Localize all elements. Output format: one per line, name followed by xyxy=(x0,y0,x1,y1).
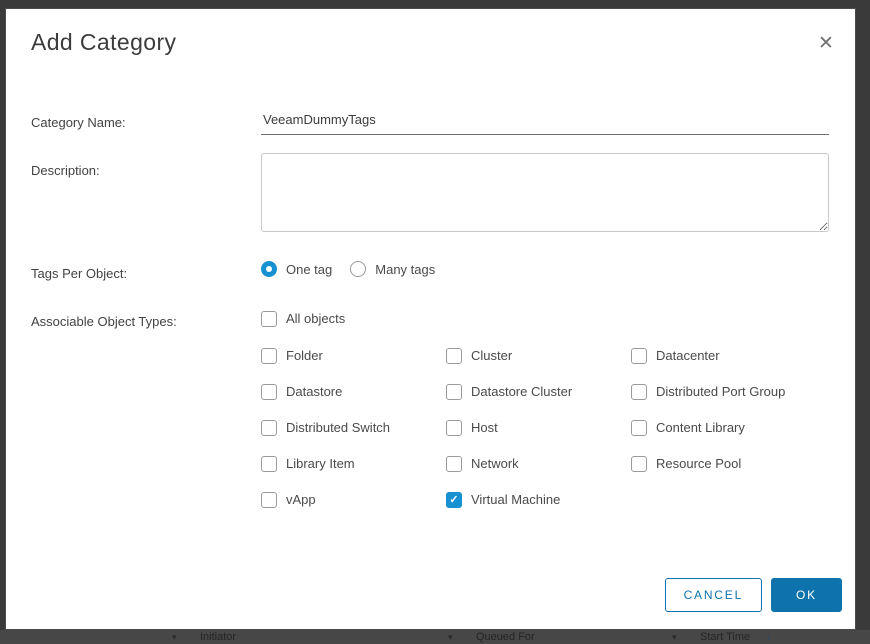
checkbox-library-item[interactable]: ✓ Library Item xyxy=(261,455,446,472)
checkbox-icon: ✓ xyxy=(631,348,647,364)
checkbox-virtual-machine[interactable]: ✓ Virtual Machine xyxy=(446,491,631,508)
tags-per-object-radio-group: One tag Many tags xyxy=(261,261,435,277)
checkbox-icon: ✓ xyxy=(446,456,462,472)
checkbox-distributed-switch[interactable]: ✓ Distributed Switch xyxy=(261,419,446,436)
checkbox-icon: ✓ xyxy=(631,456,647,472)
description-label: Description: xyxy=(31,163,100,178)
object-types-grid: ✓ Folder ✓ Cluster ✓ Datacenter ✓ Datast… xyxy=(261,347,841,508)
sort-down-icon: ↓ xyxy=(766,630,772,644)
checkbox-datastore[interactable]: ✓ Datastore xyxy=(261,383,446,400)
checkbox-network[interactable]: ✓ Network xyxy=(446,455,631,472)
filter-caret-icon: ▾ xyxy=(672,630,677,644)
tags-per-object-label: Tags Per Object: xyxy=(31,266,127,281)
dialog-title: Add Category xyxy=(31,29,176,56)
dialog-actions: CANCEL OK xyxy=(665,578,842,612)
checkbox-icon: ✓ xyxy=(631,420,647,436)
background-column-initiator: Initiator xyxy=(200,630,236,644)
associable-object-types-label: Associable Object Types: xyxy=(31,314,177,329)
checkbox-icon: ✓ xyxy=(261,420,277,436)
checkbox-distributed-port-group[interactable]: ✓ Distributed Port Group xyxy=(631,383,841,400)
filter-caret-icon: ▾ xyxy=(448,630,453,644)
add-category-dialog: Add Category ✕ Category Name: Descriptio… xyxy=(5,8,856,630)
radio-many-tags[interactable]: Many tags xyxy=(350,261,435,277)
checkbox-datastore-cluster[interactable]: ✓ Datastore Cluster xyxy=(446,383,631,400)
checkbox-icon: ✓ xyxy=(261,311,277,327)
radio-icon xyxy=(261,261,277,277)
checkbox-content-library[interactable]: ✓ Content Library xyxy=(631,419,841,436)
checkbox-icon: ✓ xyxy=(446,420,462,436)
checkbox-datacenter[interactable]: ✓ Datacenter xyxy=(631,347,841,364)
category-name-input[interactable] xyxy=(261,107,829,135)
checkbox-resource-pool[interactable]: ✓ Resource Pool xyxy=(631,455,841,472)
filter-caret-icon: ▾ xyxy=(172,630,177,644)
checkbox-vapp[interactable]: ✓ vApp xyxy=(261,491,446,508)
close-icon[interactable]: ✕ xyxy=(813,31,839,57)
checkbox-icon: ✓ xyxy=(261,492,277,508)
background-column-start-time: Start Time xyxy=(700,630,750,644)
checkbox-cluster[interactable]: ✓ Cluster xyxy=(446,347,631,364)
checkbox-icon: ✓ xyxy=(446,492,462,508)
background-column-queued-for: Queued For xyxy=(476,630,535,644)
radio-icon xyxy=(350,261,366,277)
checkbox-host[interactable]: ✓ Host xyxy=(446,419,631,436)
checkbox-icon: ✓ xyxy=(261,384,277,400)
checkbox-icon: ✓ xyxy=(446,384,462,400)
checkbox-all-objects[interactable]: ✓ All objects xyxy=(261,310,345,327)
background-table-header-strip: ▾ Initiator ▾ Queued For ▾ Start Time ↓ xyxy=(0,630,870,644)
checkbox-icon: ✓ xyxy=(261,456,277,472)
checkbox-icon: ✓ xyxy=(446,348,462,364)
checkbox-icon: ✓ xyxy=(261,348,277,364)
checkbox-folder[interactable]: ✓ Folder xyxy=(261,347,446,364)
radio-one-tag[interactable]: One tag xyxy=(261,261,332,277)
category-name-label: Category Name: xyxy=(31,115,126,130)
description-textarea[interactable] xyxy=(261,153,829,232)
ok-button[interactable]: OK xyxy=(771,578,842,612)
cancel-button[interactable]: CANCEL xyxy=(665,578,762,612)
checkbox-icon: ✓ xyxy=(631,384,647,400)
